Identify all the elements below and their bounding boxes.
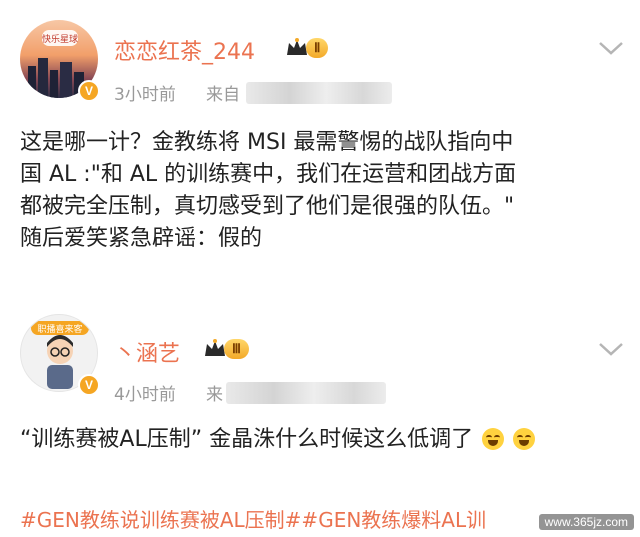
hashtag-link[interactable]: #GEN教练说训练赛被AL压制##GEN教练爆料AL训 (20, 504, 486, 533)
source-label: 来 (206, 385, 223, 405)
level-badge[interactable]: Ⅲ (202, 336, 249, 362)
svg-text:职播喜来客: 职播喜来客 (37, 323, 82, 335)
content-line: “训练赛被AL压制” 金晶洙什么时候这么低调了 (20, 427, 474, 452)
blurred-source (226, 382, 386, 404)
laugh-cry-emoji-icon (482, 428, 505, 450)
post-time: 4小时前 (114, 385, 176, 405)
site-watermark: www.365jz.com (538, 514, 634, 530)
weibo-post-2: 职播喜来客 V 丶涵艺 Ⅲ 4小时前 来 “训练赛被AL压制” 金晶洙什么时候这… (0, 0, 640, 480)
chevron-down-icon[interactable] (598, 341, 624, 357)
post-content: “训练赛被AL压制” 金晶洙什么时候这么低调了 (20, 424, 536, 456)
verified-icon: V (78, 374, 100, 396)
laugh-cry-emoji-icon (513, 428, 536, 450)
level-label: Ⅲ (224, 339, 249, 359)
username[interactable]: 丶涵艺 (114, 336, 180, 368)
